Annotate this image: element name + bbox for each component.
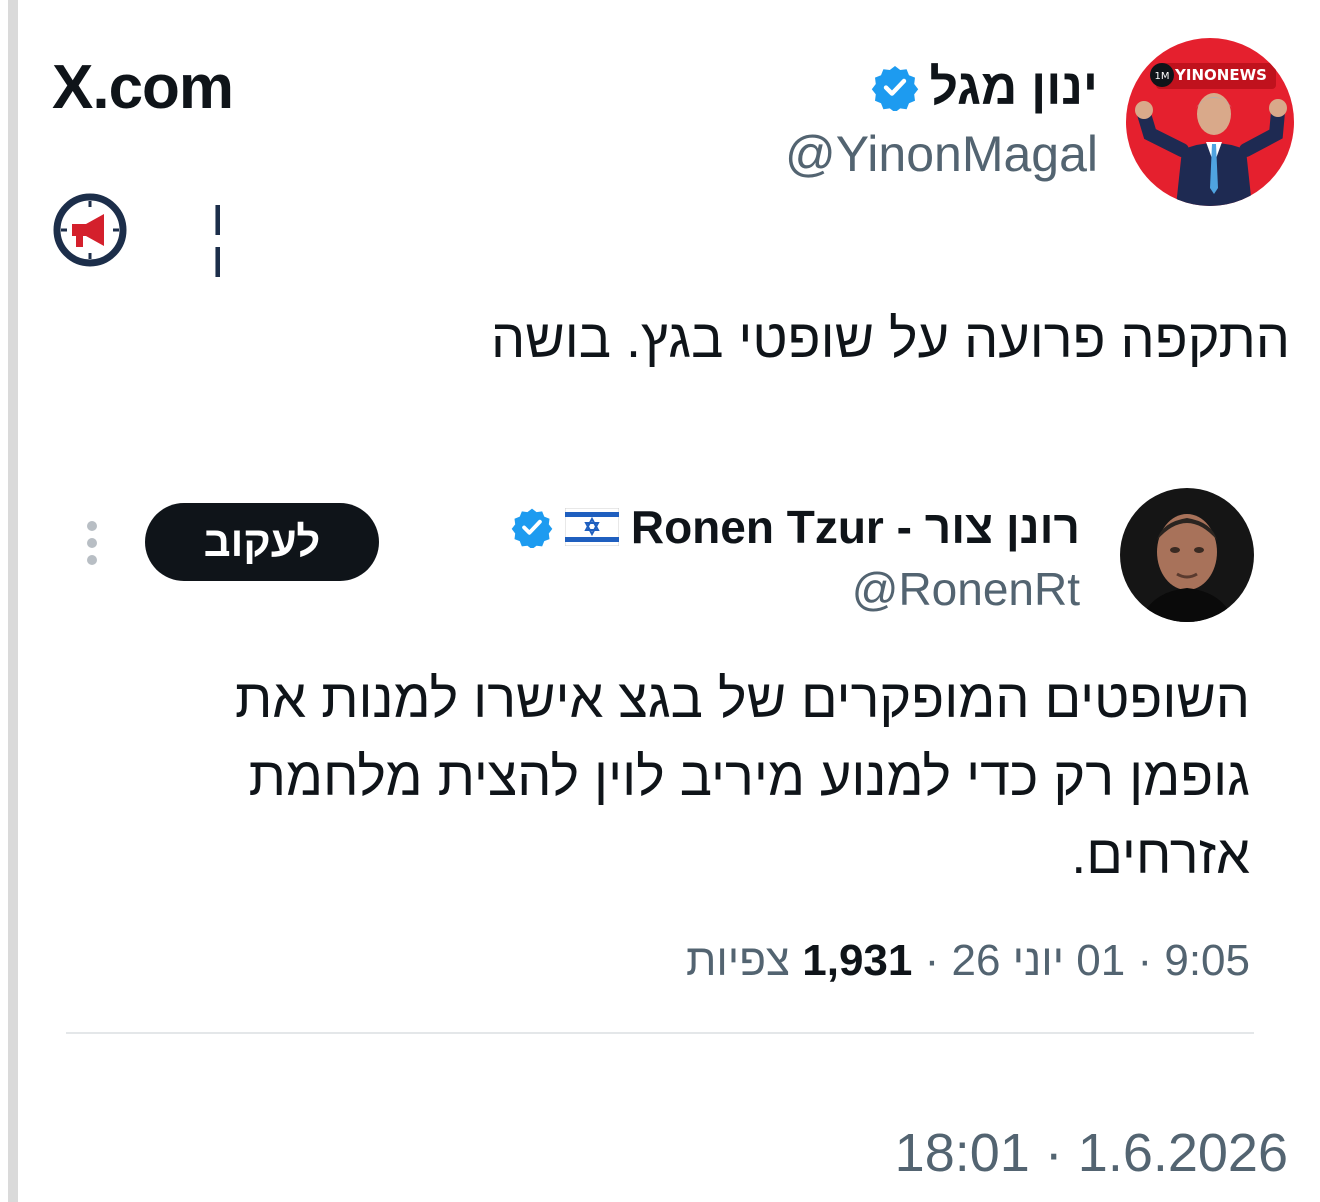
israel-flag-icon [564, 508, 619, 546]
quoted-author-name[interactable]: רונן צור - Ronen Tzur [631, 500, 1080, 554]
follow-button[interactable]: לעקוב [145, 503, 379, 581]
verified-badge-icon [511, 508, 553, 548]
views-count: 1,931 [802, 936, 913, 985]
quoted-post-meta: 9:05 · 01 יוני 26 · 1,931 צפיות [686, 936, 1250, 986]
zman-yamin-logo: זמן ימין [53, 191, 220, 277]
left-border-rule [8, 0, 18, 1202]
brand-line2: ימין [212, 233, 220, 277]
brand-line1: זמן [212, 191, 220, 235]
divider [66, 1032, 1254, 1034]
verified-badge-icon [872, 66, 919, 111]
views-label: צפיות [685, 936, 803, 985]
post-timestamp[interactable]: 18:01 · 1.6.2026 [895, 1122, 1288, 1184]
quoted-post-time-date[interactable]: 9:05 · 01 יוני 26 · [912, 936, 1250, 985]
site-name: X.com [52, 53, 234, 122]
more-options-icon[interactable] [84, 520, 100, 566]
author-avatar[interactable]: 1M YINONEWS [1126, 38, 1294, 206]
author-name[interactable]: ינון מגל [929, 58, 1098, 116]
quoted-author-handle[interactable]: @RonenRt [852, 562, 1080, 616]
quoted-author-avatar[interactable] [1120, 488, 1254, 622]
avatar-label: YINONEWS [1174, 66, 1267, 84]
author-handle[interactable]: @YinonMagal [785, 125, 1098, 183]
avatar-badge: 1M [1155, 71, 1170, 82]
post-text: התקפה פרועה על שופטי בגץ. בושה [491, 309, 1290, 369]
quoted-post-text: השופטים המופקרים של בגצ אישרו למנות את ג… [234, 669, 1250, 885]
